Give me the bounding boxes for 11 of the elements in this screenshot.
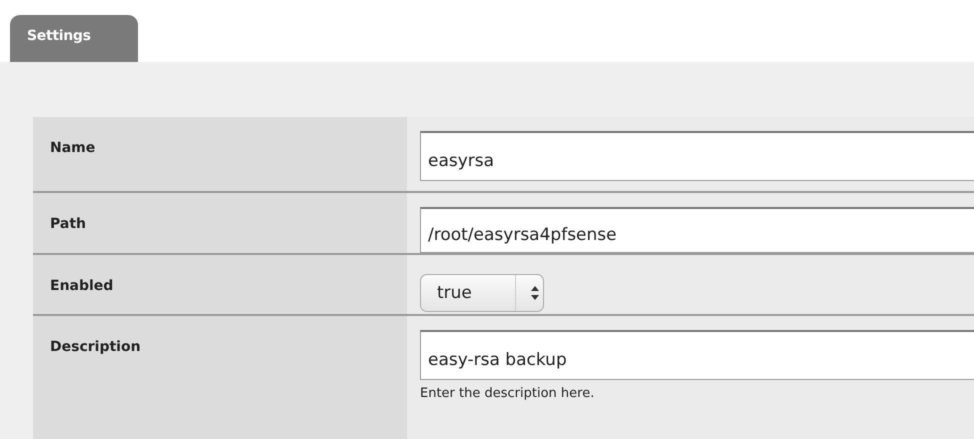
field-label: Name <box>50 140 96 156</box>
select-field[interactable]: true <box>420 274 544 312</box>
up-down-icon <box>530 285 540 301</box>
field-label: Path <box>50 216 86 232</box>
field-label: Description <box>50 339 141 355</box>
field-label: Enabled <box>50 278 114 294</box>
settings-tab[interactable]: Settings <box>10 15 138 62</box>
input-field[interactable]: easyrsa <box>420 131 974 181</box>
help-text: Enter the description here. <box>420 386 594 401</box>
input-field[interactable]: /root/easyrsa4pfsense <box>420 207 974 253</box>
input-field[interactable]: easy-rsa backup <box>420 330 974 380</box>
